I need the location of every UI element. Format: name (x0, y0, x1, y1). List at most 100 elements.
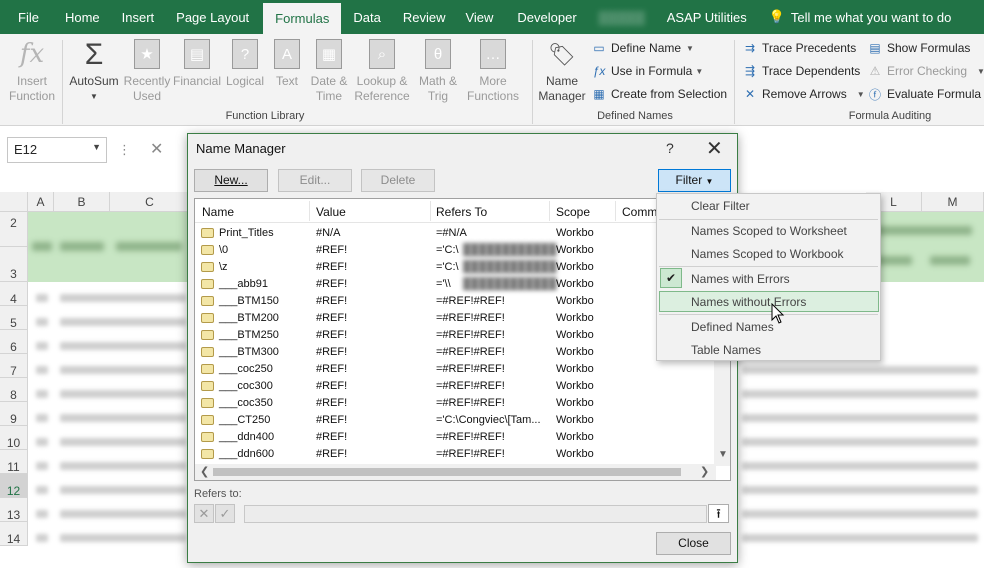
cancel-edit-icon[interactable]: ✕ (194, 504, 214, 523)
chevron-left-icon[interactable]: ❮ (200, 465, 209, 478)
math-trig-button[interactable]: θ Math & Trig (414, 38, 462, 104)
menu-scoped-worksheet[interactable]: Names Scoped to Worksheet (691, 224, 847, 238)
tab-page-layout[interactable]: Page Layout (168, 0, 263, 34)
column-header-c[interactable]: C (110, 192, 190, 212)
list-item[interactable]: ___BTM250 #REF! =#REF!#REF! Workbo (195, 327, 730, 344)
column-header-a[interactable]: A (28, 192, 54, 212)
tab-asap-utilities[interactable]: ASAP Utilities (659, 0, 761, 34)
financial-button[interactable]: ▤ Financial (172, 38, 222, 89)
tab-redacted[interactable]: ▒▒▒▒▒ (591, 0, 659, 34)
list-item[interactable]: \z #REF! ='C:\ Workbo ████████████ (195, 259, 730, 276)
row-header-7[interactable]: 7 (0, 354, 28, 378)
collapse-dialog-icon[interactable]: ⭱ (708, 504, 729, 523)
confirm-edit-icon[interactable]: ✓ (215, 504, 235, 523)
row-header-5[interactable]: 5 (0, 306, 28, 330)
date-time-button[interactable]: ▦ Date & Time (306, 38, 352, 104)
row-header-12[interactable]: 12 (0, 474, 28, 498)
lookup-reference-button[interactable]: ⌕ Lookup & Reference (352, 38, 412, 104)
chevron-down-icon[interactable]: ▼ (718, 449, 728, 460)
new-button[interactable]: New... (194, 169, 268, 192)
menu-defined-names[interactable]: Defined Names (691, 320, 774, 334)
divider (549, 201, 550, 221)
row-header-8[interactable]: 8 (0, 378, 28, 402)
column-header-m[interactable]: M (922, 192, 984, 212)
question-book-icon: ? (229, 38, 261, 70)
trace-precedents-button[interactable]: ⇉ Trace Precedents (742, 38, 856, 58)
col-name[interactable]: Name (202, 205, 234, 219)
horizontal-scrollbar[interactable]: ❮ ❯ (195, 464, 716, 480)
col-refers-to[interactable]: Refers To (436, 205, 487, 219)
col-value[interactable]: Value (316, 205, 346, 219)
list-item[interactable]: ___BTM150 #REF! =#REF!#REF! Workbo (195, 293, 730, 310)
calendar-book-icon: ▦ (313, 38, 345, 70)
list-item[interactable]: \0 #REF! ='C:\ Workbo ████████████ (195, 242, 730, 259)
row-header-2[interactable]: 2 (0, 212, 28, 247)
define-name-button[interactable]: ▭ Define Name ▼ (591, 38, 694, 58)
tab-home[interactable]: Home (55, 0, 114, 34)
scroll-thumb[interactable] (213, 468, 681, 476)
recently-used-button[interactable]: ★ Recently Used (122, 38, 172, 104)
close-icon[interactable]: ✕ (706, 136, 723, 161)
refers-to-field[interactable] (244, 505, 707, 523)
row-header-14[interactable]: 14 (0, 522, 28, 546)
list-item[interactable]: ___BTM300 #REF! =#REF!#REF! Workbo (195, 344, 730, 361)
list-item[interactable]: ___coc300 #REF! =#REF!#REF! Workbo (195, 378, 730, 395)
tab-file[interactable]: File (0, 0, 55, 34)
filter-button[interactable]: Filter ▼ (658, 169, 731, 192)
error-checking-button[interactable]: ⚠ Error Checking ▼ (867, 61, 984, 81)
menu-without-errors[interactable]: Names without Errors (691, 295, 806, 309)
logical-button[interactable]: ? Logical (222, 38, 268, 89)
tab-data[interactable]: Data (341, 0, 392, 34)
use-in-formula-button[interactable]: ƒx Use in Formula ▼ (591, 61, 704, 81)
list-item[interactable]: ___ddn400 #REF! =#REF!#REF! Workbo (195, 429, 730, 446)
chevron-right-icon[interactable]: ❯ (700, 465, 709, 478)
menu-scoped-workbook[interactable]: Names Scoped to Workbook (691, 247, 844, 261)
list-item[interactable]: ___CT250 #REF! ='C:\Congviec\[Tam... Workbo (195, 412, 730, 429)
col-scope[interactable]: Scope (556, 205, 590, 219)
tab-insert[interactable]: Insert (114, 0, 169, 34)
menu-table-names[interactable]: Table Names (691, 343, 761, 357)
cell-value: #REF! (316, 312, 348, 324)
edit-button[interactable]: Edit... (278, 169, 352, 192)
list-item[interactable]: ___coc250 #REF! =#REF!#REF! Workbo (195, 361, 730, 378)
row-header-11[interactable]: 11 (0, 450, 28, 474)
row-header-6[interactable]: 6 (0, 330, 28, 354)
show-formulas-button[interactable]: ▤ Show Formulas (867, 38, 970, 58)
list-item[interactable]: ___BTM200 #REF! =#REF!#REF! Workbo (195, 310, 730, 327)
name-manager-button[interactable]: 🏷 Name Manager (536, 38, 588, 104)
evaluate-formula-button[interactable]: ⓕ Evaluate Formula (867, 84, 981, 104)
tab-formulas[interactable]: Formulas (263, 3, 342, 34)
list-item[interactable]: ___ddn600 #REF! =#REF!#REF! Workbo (195, 446, 730, 463)
name-box[interactable]: E12 ▼ (7, 137, 107, 163)
menu-with-errors[interactable]: Names with Errors (691, 272, 790, 286)
row-header-3[interactable]: 3 (0, 247, 28, 282)
insert-function-button[interactable]: fx Insert Function (6, 38, 58, 104)
menu-clear-filter[interactable]: Clear Filter (691, 199, 750, 213)
list-item[interactable]: Print_Titles #N/A =#N/A Workbo (195, 225, 730, 242)
cancel-icon[interactable]: ✕ (150, 139, 163, 159)
blurred-cells (60, 510, 186, 518)
text-button[interactable]: A Text (270, 38, 304, 89)
column-header-corner[interactable] (0, 192, 28, 212)
more-functions-button[interactable]: … More Functions (462, 38, 524, 104)
trace-dependents-button[interactable]: ⇶ Trace Dependents (742, 61, 860, 81)
column-header-b[interactable]: B (54, 192, 110, 212)
help-icon[interactable]: ? (666, 140, 674, 156)
tell-me-box[interactable]: 💡 Tell me what you want to do (761, 0, 952, 34)
tab-view[interactable]: View (457, 0, 507, 34)
create-from-selection-button[interactable]: ▦ Create from Selection (591, 84, 727, 104)
magnifier-book-icon: ⌕ (366, 38, 398, 70)
row-header-13[interactable]: 13 (0, 498, 28, 522)
tab-developer[interactable]: Developer (507, 0, 590, 34)
remove-arrows-button[interactable]: ✕ Remove Arrows ▼ (742, 84, 865, 104)
row-header-4[interactable]: 4 (0, 282, 28, 306)
names-list[interactable]: Name Value Refers To Scope Comme Print_T… (194, 198, 731, 481)
close-button[interactable]: Close (656, 532, 731, 555)
list-item[interactable]: ___coc350 #REF! =#REF!#REF! Workbo (195, 395, 730, 412)
delete-button[interactable]: Delete (361, 169, 435, 192)
list-item[interactable]: ___abb91 #REF! ='\\ Workbo ████████████ (195, 276, 730, 293)
row-header-9[interactable]: 9 (0, 402, 28, 426)
tab-review[interactable]: Review (393, 0, 458, 34)
row-header-10[interactable]: 10 (0, 426, 28, 450)
autosum-button[interactable]: Σ AutoSum ▼ (66, 38, 122, 104)
